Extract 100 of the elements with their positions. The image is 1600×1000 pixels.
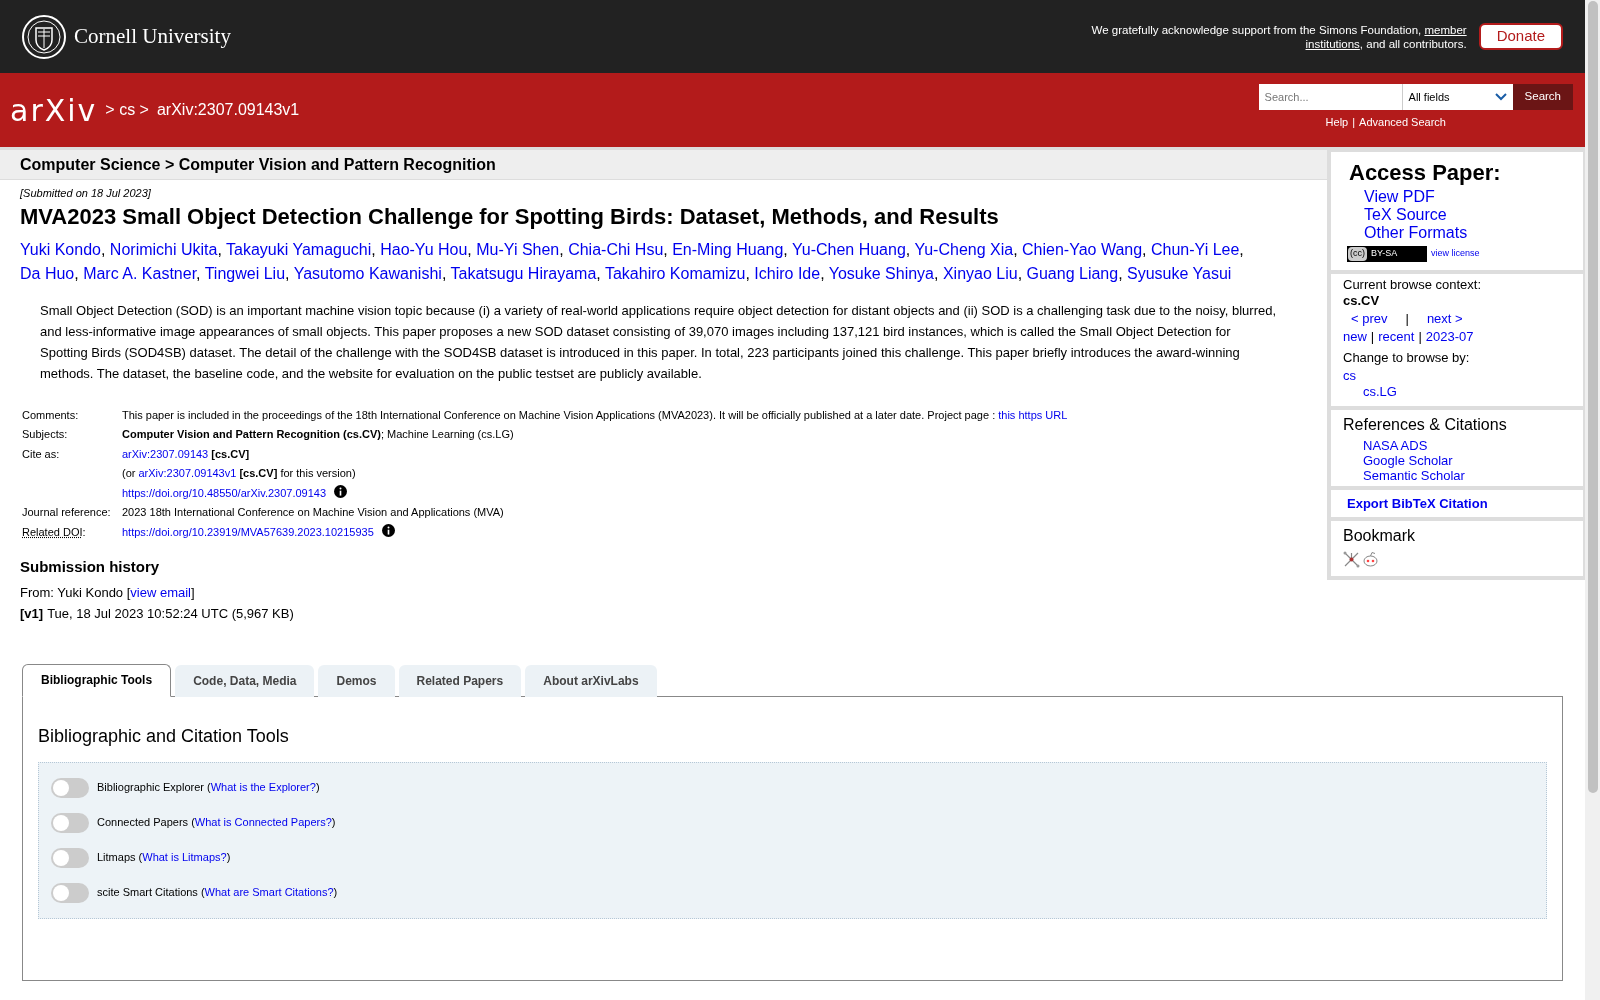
prev-link[interactable]: < prev [1351, 310, 1388, 327]
submitter-text: From: Yuki Kondo [view email] [20, 584, 195, 600]
format-link[interactable]: Other Formats [1364, 224, 1468, 242]
author-list: Yuki Kondo, Norimichi Ukita, Takayuki Yamaguchi, Hao-Yu Hou, Mu-Yi Shen, Chia-Chi Hsu, En-Ming Huang, Yu-Chen Huang, Yu-Cheng Xia, Chien-Yao Wang, Chun-Yi Lee, Da Huo, Marc A. Kastner, Tingwei Liu, Yasutomo Kawanishi, Takatsugu Hirayama, Takahiro Komamizu, Ichiro Ide, Yosuke Shinya, Xinyao Liu, Guang Liang, Syusuke Yasui [20, 237, 1297, 286]
arxiv-logo[interactable]: arXiv [10, 87, 98, 133]
author-link[interactable]: Yu-Cheng Xia [914, 240, 1014, 258]
author-link[interactable]: Yasutomo Kawanishi [293, 264, 442, 282]
university-name[interactable]: Cornell University [74, 20, 231, 53]
metadata-label: Comments: [22, 408, 79, 421]
acknowledgement-text: We gratefully acknowledge support from the Simons Foundation, member [1091, 22, 1467, 37]
author-link[interactable]: Guang Liang [1026, 264, 1119, 282]
toggle-switch[interactable] [51, 847, 89, 868]
link[interactable]: arXiv:2307.09143 [122, 447, 209, 460]
browse-link[interactable]: recent [1378, 328, 1415, 345]
info-icon[interactable] [381, 523, 395, 537]
reference-link[interactable]: Semantic Scholar [1363, 467, 1465, 483]
author-link[interactable]: Yu-Chen Huang [791, 240, 906, 258]
metadata-value: (or arXiv:2307.09143v1 [cs.CV] for this version) [122, 467, 356, 479]
breadcrumb-text: > cs > [105, 100, 149, 120]
search-button[interactable]: Search [1512, 83, 1573, 110]
author-link[interactable]: Takayuki Yamaguchi [226, 240, 372, 258]
link[interactable]: this https URL [998, 408, 1068, 421]
university-seal-icon[interactable] [22, 14, 66, 59]
license-badge[interactable]: (cc) BY-SA [1347, 246, 1427, 262]
tool-label: Bibliographic Explorer (What is the Explorer?) [97, 780, 320, 796]
tab[interactable]: Demos [318, 664, 395, 697]
browse-context-label: Current browse context: [1343, 276, 1482, 293]
browse-context: cs.CV [1343, 292, 1381, 309]
category-link[interactable]: cs.LG [1363, 383, 1397, 400]
donate-button[interactable]: Donate [1478, 23, 1563, 50]
separator-text: | [1370, 328, 1375, 345]
metadata-label: Related DOI [22, 525, 83, 538]
metadata-label: Journal reference: [22, 506, 111, 518]
author-link[interactable]: Yosuke Shinya [828, 264, 934, 282]
link[interactable]: view email [130, 584, 191, 600]
bookmark-heading: Bookmark [1343, 526, 1417, 546]
author-link[interactable]: Chun-Yi Lee [1151, 240, 1240, 258]
format-link[interactable]: TeX Source [1364, 206, 1447, 224]
link[interactable]: institutions [1305, 37, 1360, 50]
link[interactable]: https://doi.org/10.23919/MVA57639.2023.10215935 [122, 525, 374, 538]
tab[interactable]: Bibliographic Tools [22, 663, 172, 697]
export-bibtex-link[interactable]: Export BibTeX Citation [1347, 495, 1488, 511]
version-label: [v1] [20, 605, 44, 623]
submission-date: [Submitted on 18 Jul 2023] [20, 186, 152, 201]
breadcrumb-link[interactable]: arXiv:2307.09143v1 [156, 98, 300, 122]
toggle-switch[interactable] [51, 812, 89, 833]
info-icon[interactable] [334, 484, 348, 498]
author-link[interactable]: Syusuke Yasui [1127, 264, 1232, 282]
link[interactable]: What are Smart Citations? [204, 886, 334, 899]
author-link[interactable]: Ichiro Ide [754, 264, 821, 282]
tool-label: Connected Papers (What is Connected Papers?) [97, 815, 336, 831]
browse-link[interactable]: 2023-07 [1425, 328, 1474, 345]
link[interactable]: What is Litmaps? [142, 851, 227, 864]
separator-text: | [1418, 328, 1422, 345]
bookmark-network-icon[interactable] [1343, 551, 1360, 568]
abstract-text: Small Object Detection (SOD) is an important machine vision topic because (i) a variety of real-world applications require object detection for distant objects and (ii) SOD is a challenging task due to the noisy, blurred, and less-informative image appearances of small objects. This paper proposes a new SOD dataset consisting of 39,070 images including 137,121 bird instances, which is called the Small Object Detection for Spotting Birds (SOD4SB) dataset. The detail of the challenge with the SOD4SB dataset is introduced in this paper. In total, 223 participants joined this challenge. This paper briefly introduces the award-winning methods. The dataset, the baseline code, and the website for evaluation on the public testset are publicly available. [39, 301, 1278, 383]
next-link[interactable]: next > [1426, 310, 1463, 327]
scrollbar[interactable] [1585, 0, 1600, 1000]
tab[interactable]: Code, Data, Media [175, 664, 315, 697]
reference-link[interactable]: Google Scholar [1363, 452, 1453, 468]
tab[interactable]: About arXivLabs [525, 664, 657, 697]
link[interactable]: member [1424, 23, 1467, 36]
author-link[interactable]: Tingwei Liu [204, 264, 286, 282]
view-license-link[interactable]: view license [1431, 247, 1480, 261]
author-link[interactable]: Hao-Yu Hou [380, 240, 468, 258]
metadata-value: arXiv:2307.09143 [cs.CV] [122, 447, 250, 460]
references-heading: References & Citations [1343, 414, 1508, 435]
author-link[interactable]: Norimichi Ukita [109, 240, 218, 258]
tab[interactable]: Related Papers [398, 664, 522, 697]
author-link[interactable]: Da Huo [20, 264, 75, 282]
help-link[interactable]: Help [1325, 113, 1349, 131]
bookmark-robot-icon[interactable] [1362, 551, 1379, 568]
acknowledgement-text: institutions, and all contributors. [1305, 36, 1467, 51]
author-link[interactable]: Takahiro Komamizu [604, 264, 746, 282]
author-link[interactable]: Chien-Yao Wang [1022, 240, 1143, 258]
separator-text: | [1352, 114, 1356, 130]
author-link[interactable]: Takatsugu Hirayama [450, 264, 597, 282]
metadata-label: Cite as: [22, 447, 60, 460]
metadata-value: 2023 18th International Conference on Machine Vision and Applications (MVA) [122, 506, 504, 518]
author-link[interactable]: Marc A. Kastner [83, 264, 197, 282]
advanced-search-link[interactable]: Advanced Search [1359, 113, 1446, 131]
chevron-down-icon [1494, 92, 1507, 101]
field-select[interactable]: All fields [1401, 83, 1513, 110]
link[interactable]: https://doi.org/10.48550/arXiv.2307.09143 [122, 486, 327, 499]
toggle-switch[interactable] [51, 882, 89, 903]
reference-link[interactable]: NASA ADS [1363, 437, 1428, 453]
version-detail: Tue, 18 Jul 2023 10:52:24 UTC (5,967 KB) [47, 605, 294, 623]
format-link[interactable]: View PDF [1364, 188, 1435, 206]
author-link[interactable]: Chia-Chi Hsu [568, 240, 664, 258]
category-link[interactable]: cs [1343, 367, 1356, 384]
search-field[interactable]: Search... [1258, 83, 1402, 110]
link[interactable]: What is the Explorer? [210, 781, 316, 794]
author-link[interactable]: Mu-Yi Shen [476, 240, 560, 258]
toggle-switch[interactable] [51, 777, 89, 798]
author-link[interactable]: Xinyao Liu [942, 264, 1018, 282]
author-link[interactable]: Yuki Kondo [20, 240, 101, 258]
paper-title: MVA2023 Small Object Detection Challenge for Spotting Birds: Dataset, Methods, and Results [20, 202, 1000, 231]
browse-link[interactable]: new [1343, 328, 1367, 345]
author-link[interactable]: En-Ming Huang [672, 240, 784, 258]
link[interactable]: arXiv:2307.09143v1 [138, 467, 237, 479]
